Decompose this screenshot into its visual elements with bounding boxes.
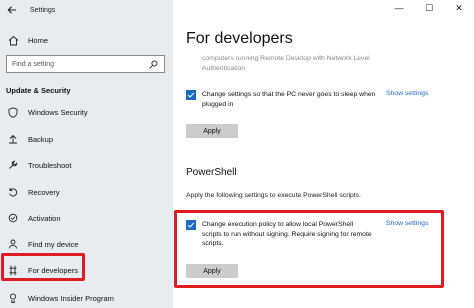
sleep-checkbox[interactable] bbox=[186, 90, 196, 100]
sidebar-item-label: Find my device bbox=[28, 239, 79, 249]
insider-icon bbox=[6, 291, 20, 305]
close-button[interactable]: ✕ bbox=[444, 0, 474, 16]
sidebar-item-troubleshoot[interactable]: Troubleshoot bbox=[0, 157, 173, 173]
search-placeholder: Find a setting bbox=[12, 60, 55, 68]
title-bar: Settings bbox=[0, 0, 173, 20]
recovery-icon bbox=[6, 185, 20, 199]
backup-icon bbox=[6, 132, 20, 146]
highlight-box-powershell bbox=[174, 210, 444, 288]
window-controls: — ☐ ✕ bbox=[384, 0, 474, 16]
search-icon[interactable] bbox=[148, 59, 158, 69]
sidebar-item-label: Recovery bbox=[28, 187, 60, 197]
sidebar-item-label: Activation bbox=[28, 213, 61, 223]
page-title: For developers bbox=[186, 30, 293, 47]
shield-icon bbox=[6, 105, 20, 119]
sidebar-item-label: Backup bbox=[28, 134, 54, 144]
activation-icon bbox=[6, 211, 20, 225]
powershell-heading: PowerShell bbox=[186, 167, 237, 178]
person-icon bbox=[6, 237, 20, 251]
back-arrow-icon[interactable] bbox=[2, 0, 22, 20]
sleep-option-label: Change settings so that the PC never goe… bbox=[202, 91, 376, 108]
sidebar-item-recovery[interactable]: Recovery bbox=[0, 184, 173, 200]
powershell-description: Apply the following settings to execute … bbox=[186, 192, 361, 199]
sidebar-item-label: Windows Security bbox=[28, 107, 88, 117]
home-icon bbox=[6, 33, 20, 47]
sidebar-item-home[interactable]: Home bbox=[0, 32, 173, 48]
apply-button[interactable]: Apply bbox=[186, 124, 238, 138]
sidebar-item-windows-security[interactable]: Windows Security bbox=[0, 104, 173, 120]
truncated-description: computers running Remote Desktop with Ne… bbox=[202, 55, 370, 72]
sidebar: Settings Home Find a setting Update & Se… bbox=[0, 0, 173, 308]
sidebar-item-label: Windows Insider Program bbox=[28, 293, 114, 303]
sidebar-item-backup[interactable]: Backup bbox=[0, 131, 173, 147]
minimize-button[interactable]: — bbox=[384, 0, 414, 16]
sleep-option: Change settings so that the PC never goe… bbox=[186, 90, 378, 109]
sidebar-item-label: Home bbox=[28, 35, 49, 45]
app-title: Settings bbox=[30, 6, 56, 14]
highlight-box-sidebar bbox=[1, 253, 85, 281]
search-input[interactable]: Find a setting bbox=[6, 55, 165, 73]
wrench-icon bbox=[6, 158, 20, 172]
sidebar-item-activation[interactable]: Activation bbox=[0, 210, 173, 226]
maximize-button[interactable]: ☐ bbox=[414, 0, 444, 16]
sidebar-item-find-my-device[interactable]: Find my device bbox=[0, 236, 173, 252]
sidebar-item-windows-insider-program[interactable]: Windows Insider Program bbox=[0, 290, 173, 306]
show-settings-link[interactable]: Show settings bbox=[386, 90, 428, 97]
sidebar-item-label: Troubleshoot bbox=[28, 160, 72, 170]
section-header: Update & Security bbox=[6, 86, 71, 95]
